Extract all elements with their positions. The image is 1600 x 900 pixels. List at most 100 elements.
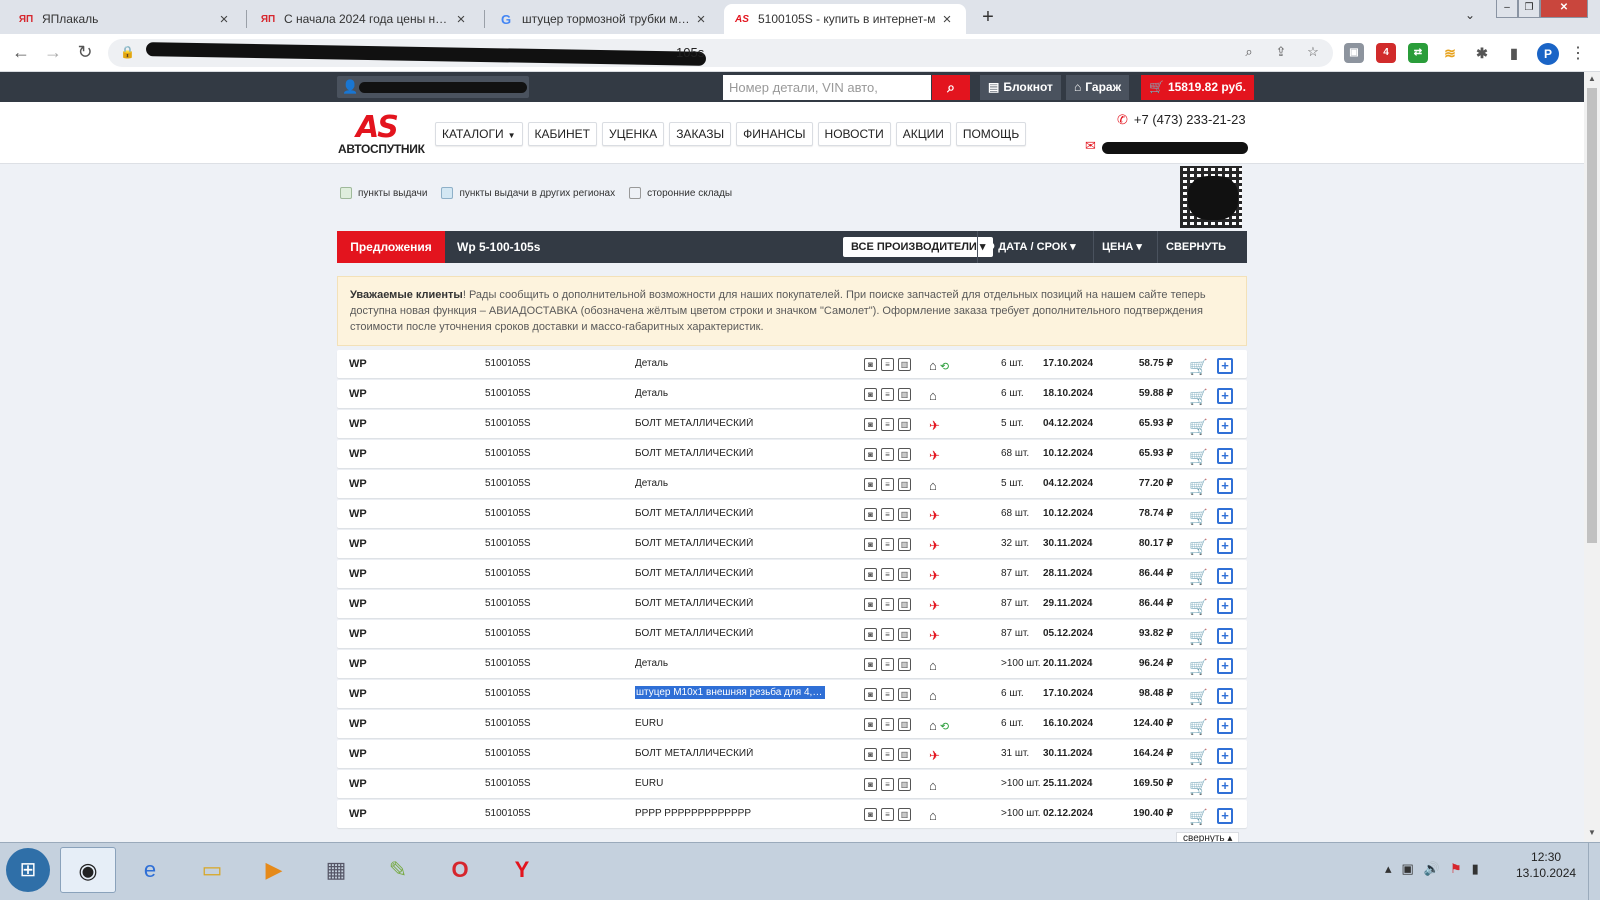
search-button[interactable]: ⌕ [932,75,970,100]
add-to-notepad-icon[interactable]: + [1217,538,1233,554]
chart-icon[interactable]: ▥ [898,628,911,641]
list-icon[interactable]: ≡ [881,478,894,491]
add-to-notepad-icon[interactable]: + [1217,388,1233,404]
article-cell[interactable]: 5100105S [485,658,531,669]
add-to-cart-icon[interactable]: 🛒 [1189,778,1208,796]
camera-icon[interactable]: ◙ [864,508,877,521]
add-to-cart-icon[interactable]: 🛒 [1189,598,1208,616]
add-to-notepad-icon[interactable]: + [1217,688,1233,704]
article-cell[interactable]: 5100105S [485,598,531,609]
chart-icon[interactable]: ▥ [898,598,911,611]
menu-item-catalogs[interactable]: КАТАЛОГИ ▼ [435,122,523,146]
list-icon[interactable]: ≡ [881,658,894,671]
add-to-notepad-icon[interactable]: + [1217,628,1233,644]
minimize-button[interactable]: – [1496,0,1518,18]
notepad-button[interactable]: ▤ Блокнот [980,75,1061,100]
browser-tab-active[interactable]: AS 5100105S - купить в интернет-м × [724,4,966,34]
add-to-cart-icon[interactable]: 🛒 [1189,688,1208,706]
add-to-cart-icon[interactable]: 🛒 [1189,568,1208,586]
list-icon[interactable]: ≡ [881,358,894,371]
table-row[interactable]: WP 5100105S БОЛТ МЕТАЛЛИЧЕСКИЙ ◙ ≡ ▥ ✈ 68 шт. 10… [337,440,1247,468]
add-to-cart-icon[interactable]: 🛒 [1189,748,1208,766]
camera-icon[interactable]: ◙ [864,568,877,581]
chart-icon[interactable]: ▥ [898,748,911,761]
camera-icon[interactable]: ◙ [864,778,877,791]
add-to-notepad-icon[interactable]: + [1217,478,1233,494]
yandex-taskbar-icon[interactable]: Y [494,847,550,893]
article-cell[interactable]: 5100105S [485,448,531,459]
article-cell[interactable]: 5100105S [485,508,531,519]
browser-tab[interactable]: G штуцер тормозной трубки м10x × [488,4,720,34]
menu-item-finance[interactable]: ФИНАНСЫ [736,122,813,146]
profile-avatar[interactable]: P [1537,43,1559,65]
filter-third-party[interactable]: сторонние склады [629,187,732,199]
add-to-notepad-icon[interactable]: + [1217,508,1233,524]
show-desktop-button[interactable] [1588,843,1600,900]
camera-icon[interactable]: ◙ [864,418,877,431]
start-button[interactable]: ⊞ [6,848,50,892]
add-to-cart-icon[interactable]: 🛒 [1189,808,1208,826]
table-row[interactable]: WP 5100105S Деталь ◙ ≡ ▥ ⌂ ⟲ 6 шт. 17.10.2024 58.7… [337,350,1247,378]
add-to-notepad-icon[interactable]: + [1217,598,1233,614]
camera-icon[interactable]: ◙ [864,478,877,491]
browser-tab[interactable]: ЯП С начала 2024 года цены на зап × [250,4,480,34]
article-cell[interactable]: 5100105S [485,388,531,399]
chart-icon[interactable]: ▥ [898,358,911,371]
collapse-link[interactable]: свернуть ▴ [1176,832,1240,842]
add-to-cart-icon[interactable]: 🛒 [1189,718,1208,736]
cart-button[interactable]: 🛒 15819.82 руб. [1141,75,1254,100]
new-tab-button[interactable]: + [976,6,1000,30]
menu-item-orders[interactable]: ЗАКАЗЫ [669,122,732,146]
checkbox[interactable] [629,187,642,199]
flag-alert-icon[interactable]: ⚑ [1450,861,1462,877]
explorer-taskbar-icon[interactable]: ▭ [184,847,240,893]
add-to-notepad-icon[interactable]: + [1217,808,1233,824]
camera-icon[interactable]: ◙ [864,628,877,641]
article-cell[interactable]: 5100105S [485,688,531,699]
table-row[interactable]: WP 5100105S EURU ◙ ≡ ▥ ⌂ >100 шт. 25.11.2024 169.… [337,770,1247,798]
add-to-notepad-icon[interactable]: + [1217,658,1233,674]
table-row[interactable]: WP 5100105S EURU ◙ ≡ ▥ ⌂ ⟲ 6 шт. 16.10.2024 124.40… [337,710,1247,738]
table-row[interactable]: WP 5100105S PPPP PPPPPPPPPPPPP ◙ ≡ ▥ ⌂ >100 шт.… [337,800,1247,828]
media-player-taskbar-icon[interactable]: ▶ [246,847,302,893]
add-to-notepad-icon[interactable]: + [1217,418,1233,434]
table-row[interactable]: WP 5100105S БОЛТ МЕТАЛЛИЧЕСКИЙ ◙ ≡ ▥ ✈ 5 шт. 04.… [337,410,1247,438]
article-cell[interactable]: 5100105S [485,418,531,429]
add-to-cart-icon[interactable]: 🛒 [1189,478,1208,496]
chart-icon[interactable]: ▥ [898,568,911,581]
close-icon[interactable]: × [215,11,233,28]
network-device-icon[interactable]: ▣ [1402,861,1414,877]
checkbox[interactable] [441,187,454,199]
table-row[interactable]: WP 5100105S штуцер М10x1 внешняя резьба дл… [337,680,1247,708]
contact-phone[interactable]: ✆ +7 (473) 233-21-23 [1117,112,1246,128]
extensions-puzzle-icon[interactable]: ✱ [1472,43,1492,63]
back-arrow-icon[interactable]: ← [10,42,32,64]
add-to-notepad-icon[interactable]: + [1217,568,1233,584]
list-icon[interactable]: ≡ [881,418,894,431]
add-to-cart-icon[interactable]: 🛒 [1189,628,1208,646]
camera-icon[interactable]: ◙ [864,658,877,671]
list-icon[interactable]: ≡ [881,508,894,521]
chart-icon[interactable]: ▥ [898,688,911,701]
article-cell[interactable]: 5100105S [485,358,531,369]
close-icon[interactable]: × [452,11,470,28]
camera-icon[interactable]: ◙ [864,538,877,551]
ie-taskbar-icon[interactable]: e [122,847,178,893]
chart-icon[interactable]: ▥ [898,478,911,491]
translate-extension-icon[interactable]: ⇄ [1408,43,1428,63]
site-logo[interactable]: AS АВТОСПУТНИК [338,110,428,156]
forward-arrow-icon[interactable]: → [42,42,64,64]
list-icon[interactable]: ≡ [881,808,894,821]
list-icon[interactable]: ≡ [881,628,894,641]
sort-date-button[interactable]: ↻ ДАТА / СРОК ▾ [977,231,1084,263]
table-row[interactable]: WP 5100105S БОЛТ МЕТАЛЛИЧЕСКИЙ ◙ ≡ ▥ ✈ 32 шт. 30… [337,530,1247,558]
add-to-cart-icon[interactable]: 🛒 [1189,358,1208,376]
add-to-notepad-icon[interactable]: + [1217,718,1233,734]
checkbox[interactable] [340,187,352,199]
table-row[interactable]: WP 5100105S БОЛТ МЕТАЛЛИЧЕСКИЙ ◙ ≡ ▥ ✈ 68 шт. 10… [337,500,1247,528]
article-cell[interactable]: 5100105S [485,568,531,579]
list-icon[interactable]: ≡ [881,388,894,401]
opera-taskbar-icon[interactable]: O [432,847,488,893]
article-cell[interactable]: 5100105S [485,538,531,549]
camera-icon[interactable]: ◙ [864,808,877,821]
